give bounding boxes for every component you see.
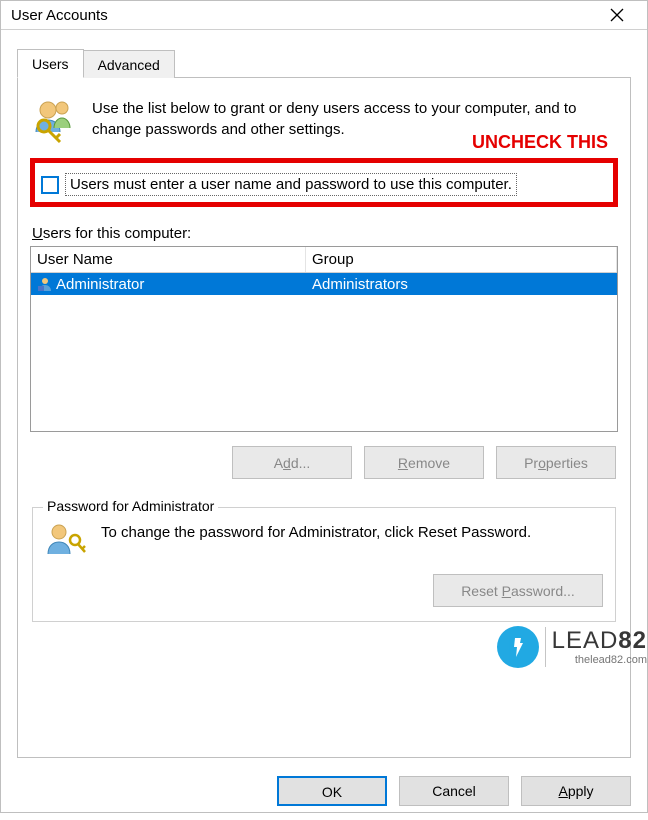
users-for-computer-label: Users for this computer: [32,225,616,242]
users-label-mnemonic: U [32,225,43,242]
close-button[interactable] [597,1,637,29]
user-accounts-window: User Accounts Users Advanced [0,0,648,813]
listview-header: User Name Group [31,247,617,273]
users-key-icon [30,96,78,144]
add-button[interactable]: Add... [232,446,352,479]
ok-button[interactable]: OK [277,776,387,806]
remove-button[interactable]: Remove [364,446,484,479]
properties-button[interactable]: Properties [496,446,616,479]
must-enter-password-checkbox[interactable] [41,176,59,194]
user-icon [37,276,53,292]
reset-password-button[interactable]: Reset Password... [433,574,603,607]
column-group[interactable]: Group [306,247,617,272]
list-item[interactable]: Administrator Administrators [31,273,617,295]
window-title: User Accounts [11,7,597,24]
annotation-uncheck-this: UNCHECK THIS [472,132,608,153]
checkbox-row[interactable]: Users must enter a user name and passwor… [41,173,607,196]
password-groupbox: Password for Administrator To change the… [32,507,616,622]
annotation-red-box: Users must enter a user name and passwor… [30,158,618,207]
user-buttons-row: Add... Remove Properties [30,446,616,479]
tab-strip: Users Advanced [17,48,631,78]
apply-button[interactable]: Apply [521,776,631,806]
list-user-name: Administrator [56,276,144,293]
user-key-icon [45,522,87,556]
titlebar: User Accounts [1,1,647,30]
close-icon [610,8,624,22]
client-area: Users Advanced Use the list below to [1,30,647,766]
tab-advanced[interactable]: Advanced [83,50,175,78]
must-enter-password-label: Users must enter a user name and passwor… [65,173,517,196]
tab-page-users: Use the list below to grant or deny user… [17,78,631,758]
dialog-footer: OK Cancel Apply [1,766,647,820]
password-instruction-text: To change the password for Administrator… [101,522,531,544]
groupbox-title: Password for Administrator [43,498,218,514]
cancel-button[interactable]: Cancel [399,776,509,806]
column-user-name[interactable]: User Name [31,247,306,272]
list-group: Administrators [306,276,617,293]
tab-users[interactable]: Users [17,49,84,78]
users-label-rest: sers for this computer: [43,225,191,242]
users-listview[interactable]: User Name Group Administrator [30,246,618,432]
